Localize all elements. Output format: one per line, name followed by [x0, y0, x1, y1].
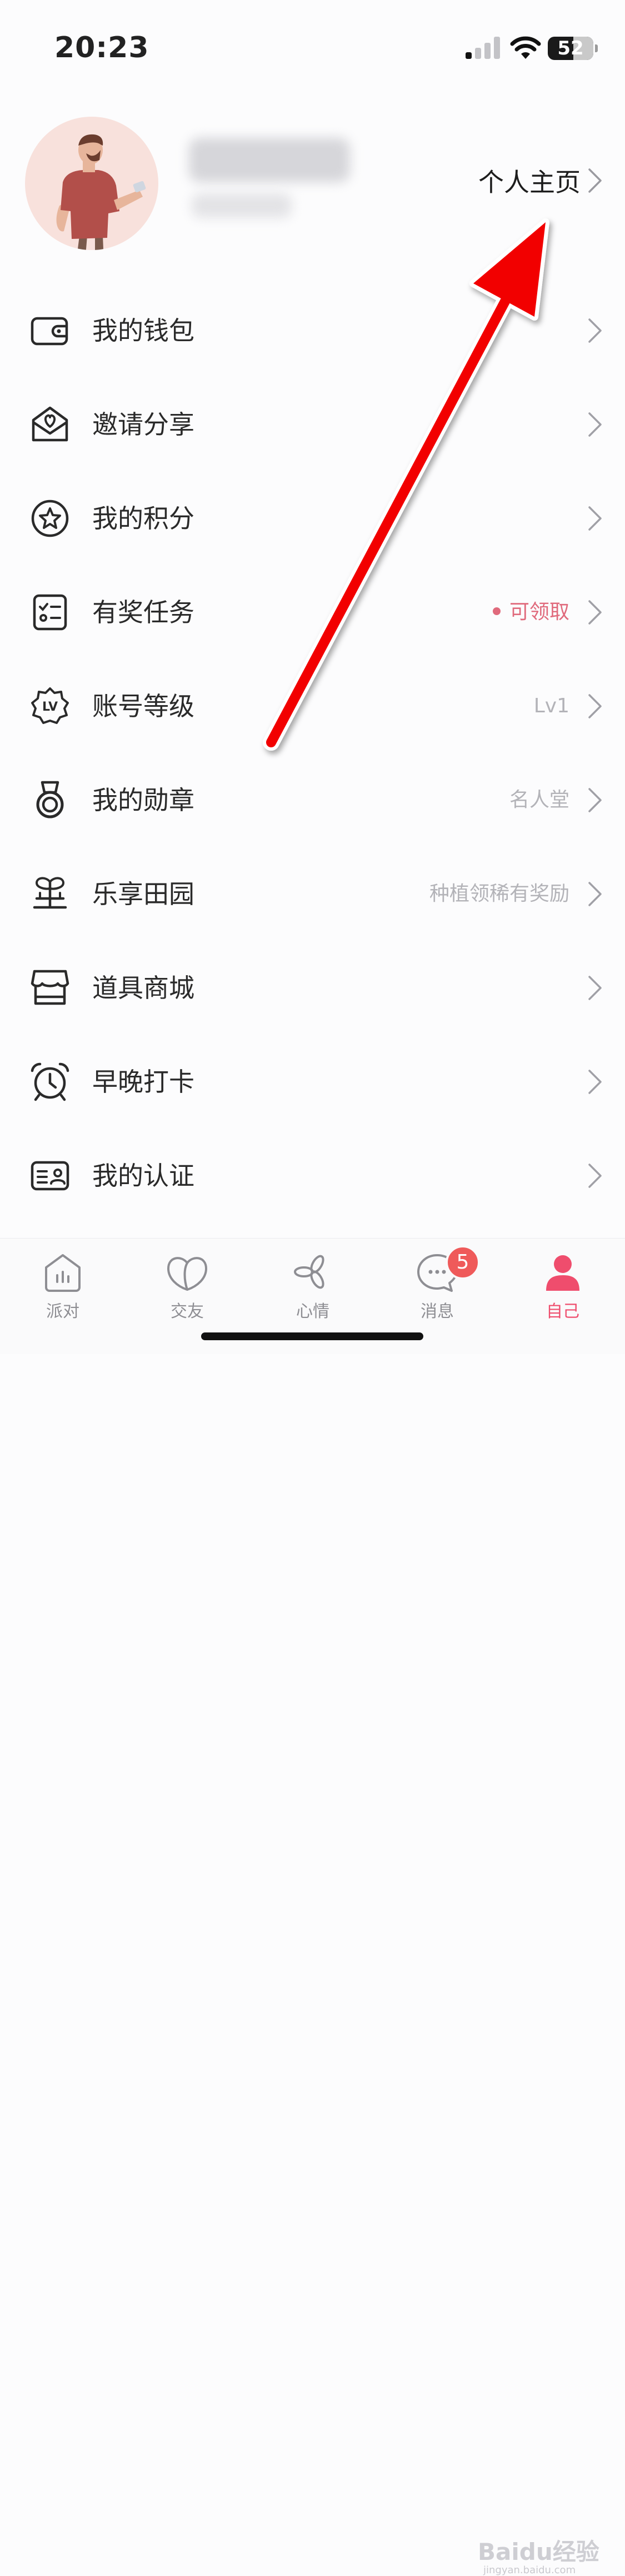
menu-item-account-level[interactable]: LV 账号等级 Lv1 — [0, 659, 625, 753]
menu-label: 乐享田园 — [92, 878, 194, 909]
menu-item-reward-tasks[interactable]: 有奖任务 可领取 — [0, 565, 625, 659]
chevron-right-icon — [588, 693, 602, 718]
chevron-right-icon — [588, 168, 602, 193]
me-icon — [546, 1255, 579, 1291]
menu-item-verification[interactable]: 我的认证 — [0, 1129, 625, 1222]
menu-label: 道具商城 — [92, 972, 194, 1003]
menu-item-garden[interactable]: 乐享田园 种植领稀有奖励 — [0, 847, 625, 941]
chevron-right-icon — [588, 881, 602, 906]
alarm-clock-icon — [31, 1062, 69, 1101]
baidu-watermark-url: jingyan.baidu.com — [483, 2564, 576, 2576]
sprout-icon — [33, 877, 67, 908]
shop-icon — [31, 970, 69, 1005]
menu-item-medals[interactable]: 我的勋章 名人堂 — [0, 753, 625, 847]
checklist-icon — [33, 594, 67, 630]
battery-icon: 52 — [548, 37, 598, 60]
party-icon — [45, 1254, 81, 1292]
tab-mood[interactable]: 心情 — [277, 1251, 349, 1322]
menu-item-item-shop[interactable]: 道具商城 — [0, 941, 625, 1035]
menu-item-check-in[interactable]: 早晚打卡 — [0, 1035, 625, 1129]
tab-label: 心情 — [296, 1302, 329, 1321]
heart-envelope-icon — [32, 406, 68, 441]
username-blurred — [189, 138, 350, 182]
menu-item-wallet[interactable]: 我的钱包 — [0, 283, 625, 377]
menu-item-invite-share[interactable]: 邀请分享 — [0, 377, 625, 471]
chevron-right-icon — [588, 600, 602, 625]
level-value: Lv1 — [533, 694, 569, 717]
avatar[interactable] — [25, 117, 158, 250]
baidu-watermark: Baidu经验 — [478, 2538, 599, 2565]
garden-status: 种植领稀有奖励 — [429, 882, 569, 905]
cellular-signal-icon — [466, 37, 500, 59]
notification-dot — [492, 607, 501, 615]
menu-label: 我的认证 — [92, 1160, 194, 1191]
wifi-icon — [510, 36, 541, 59]
chevron-right-icon — [588, 412, 602, 437]
menu-label: 邀请分享 — [92, 409, 194, 440]
medal-status: 名人堂 — [509, 788, 569, 811]
medal-icon — [36, 781, 64, 818]
tab-me[interactable]: 自己 — [527, 1251, 599, 1322]
tab-messages[interactable]: 消息 5 — [401, 1245, 480, 1322]
tab-label: 自己 — [546, 1302, 579, 1321]
mood-icon — [294, 1255, 324, 1289]
claimable-status: 可领取 — [492, 600, 569, 623]
chevron-right-icon — [588, 318, 602, 343]
status-bar: 20:23 52 — [0, 0, 625, 83]
tab-label: 消息 — [421, 1302, 454, 1321]
user-id-blurred — [192, 193, 292, 218]
menu-list: 我的钱包 邀请分享 我的积分 有奖任务 可领取 LV 账号等级 Lv1 我的勋章… — [0, 283, 625, 1222]
profile-header[interactable]: 个人主页 — [0, 111, 625, 261]
chevron-right-icon — [588, 975, 602, 1000]
menu-label: 我的钱包 — [92, 315, 194, 346]
level-badge-icon: LV — [31, 687, 69, 724]
menu-label: 早晚打卡 — [92, 1066, 194, 1097]
menu-label: 有奖任务 — [92, 597, 194, 627]
menu-label: 账号等级 — [92, 691, 194, 721]
friends-icon — [167, 1257, 207, 1291]
avatar-illustration — [56, 134, 146, 250]
tab-party[interactable]: 派对 — [27, 1251, 99, 1322]
battery-level: 52 — [557, 37, 584, 59]
menu-label: 我的积分 — [92, 503, 194, 533]
personal-homepage-link[interactable]: 个人主页 — [478, 162, 603, 199]
menu-label: 我的勋章 — [92, 785, 194, 815]
personal-homepage-label: 个人主页 — [478, 167, 581, 197]
tab-friends[interactable]: 交友 — [151, 1251, 223, 1322]
star-circle-icon — [31, 500, 69, 537]
wallet-icon — [31, 317, 68, 345]
tab-label: 派对 — [46, 1302, 79, 1321]
home-indicator[interactable] — [201, 1332, 423, 1340]
svg-text:LV: LV — [42, 700, 58, 714]
unread-badge: 5 — [446, 1245, 480, 1280]
chevron-right-icon — [588, 506, 602, 531]
chevron-right-icon — [588, 1069, 602, 1094]
menu-item-points[interactable]: 我的积分 — [0, 471, 625, 565]
id-card-icon — [31, 1161, 69, 1190]
claimable-label: 可领取 — [509, 600, 569, 623]
tab-label: 交友 — [171, 1302, 204, 1321]
chevron-right-icon — [588, 787, 602, 812]
chevron-right-icon — [588, 1163, 602, 1188]
status-time: 20:23 — [54, 31, 149, 64]
